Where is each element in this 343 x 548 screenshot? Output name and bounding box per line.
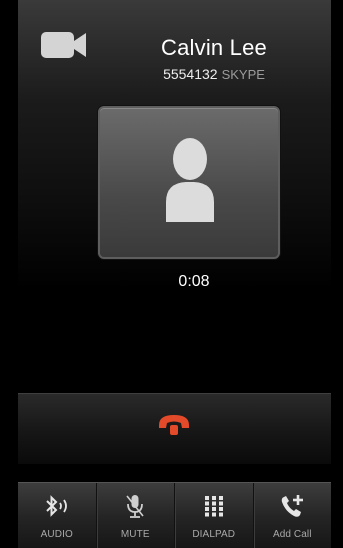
call-service: SKYPE xyxy=(221,67,265,82)
add-call-button[interactable]: Add Call xyxy=(254,483,332,548)
end-call-button[interactable] xyxy=(151,405,197,445)
microphone-muted-icon xyxy=(126,495,144,518)
add-call-label: Add Call xyxy=(272,529,312,540)
audio-button[interactable]: AUDIO xyxy=(18,483,97,548)
call-timer: 0:08 xyxy=(178,273,210,290)
dialpad-label: DIALPAD xyxy=(192,529,236,540)
hang-up-phone-icon xyxy=(159,415,189,435)
call-screen: Calvin Lee 5554132 SKYPE 0:08 AUDIO MUTE… xyxy=(18,0,331,548)
audio-label: AUDIO xyxy=(40,529,73,540)
caller-number: 5554132 xyxy=(163,66,218,82)
add-call-icon xyxy=(282,495,304,517)
video-camera-icon xyxy=(41,32,86,58)
contact-photo xyxy=(98,106,280,259)
caller-name: Calvin Lee xyxy=(161,35,267,60)
video-button[interactable] xyxy=(39,25,89,65)
caller-info: 5554132 SKYPE xyxy=(144,66,284,82)
mute-label: MUTE xyxy=(120,529,150,540)
mute-button[interactable]: MUTE xyxy=(97,483,175,548)
bluetooth-audio-icon xyxy=(46,495,67,517)
call-toolbar: AUDIO MUTE DIALPAD Add Call xyxy=(18,482,331,548)
keypad-grid-icon xyxy=(204,496,223,517)
end-call-bar xyxy=(18,393,331,464)
person-silhouette-icon xyxy=(166,138,214,222)
dialpad-button[interactable]: DIALPAD xyxy=(175,483,254,548)
